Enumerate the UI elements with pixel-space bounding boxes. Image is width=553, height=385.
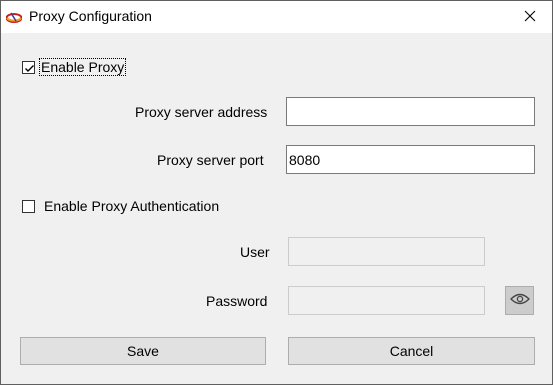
window-title: Proxy Configuration bbox=[29, 8, 152, 24]
enable-auth-option[interactable]: Enable Proxy Authentication bbox=[22, 198, 219, 214]
proxy-address-input[interactable] bbox=[286, 97, 535, 126]
enable-auth-label: Enable Proxy Authentication bbox=[44, 198, 220, 214]
password-input[interactable] bbox=[288, 286, 485, 315]
proxy-address-label: Proxy server address bbox=[135, 104, 268, 120]
enable-proxy-option[interactable]: Enable Proxy bbox=[22, 58, 127, 76]
password-label: Password bbox=[206, 293, 268, 309]
eye-icon bbox=[509, 292, 530, 309]
proxy-port-input[interactable] bbox=[286, 145, 535, 174]
user-input[interactable] bbox=[288, 237, 485, 266]
close-button[interactable] bbox=[507, 1, 552, 33]
proxy-configuration-dialog: Proxy Configuration Enable Proxy Proxy s… bbox=[0, 0, 553, 385]
save-button[interactable]: Save bbox=[20, 337, 266, 365]
cancel-button[interactable]: Cancel bbox=[288, 337, 535, 365]
enable-proxy-focus-outline: Enable Proxy bbox=[39, 58, 127, 76]
title-bar: Proxy Configuration bbox=[1, 1, 552, 33]
enable-proxy-label: Enable Proxy bbox=[41, 59, 125, 75]
proxy-port-label: Proxy server port bbox=[157, 152, 264, 168]
enable-proxy-checkbox[interactable] bbox=[22, 60, 35, 74]
app-logo-icon bbox=[5, 9, 23, 25]
close-icon bbox=[524, 9, 536, 25]
show-password-button[interactable] bbox=[505, 286, 534, 315]
enable-auth-checkbox[interactable] bbox=[22, 199, 35, 213]
user-label: User bbox=[240, 244, 270, 260]
